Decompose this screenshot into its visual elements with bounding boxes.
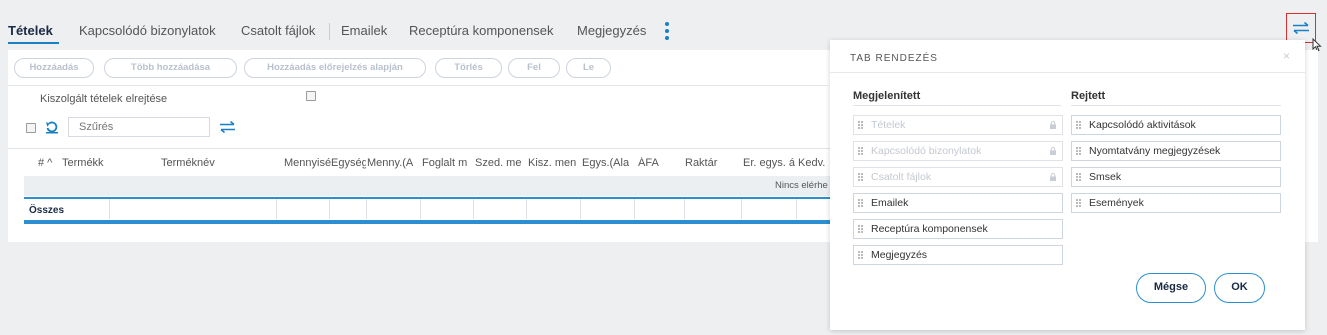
delete-button[interactable]: Törlés <box>435 58 502 78</box>
drag-handle-icon[interactable] <box>1076 173 1081 182</box>
column-header-warehouse[interactable]: Raktár <box>685 157 725 169</box>
column-header-discount[interactable]: Kedv. <box>798 157 830 169</box>
column-divider <box>853 105 1061 106</box>
column-header-quantity-base[interactable]: Menny.(A <box>367 157 420 169</box>
drag-handle-icon[interactable] <box>858 225 863 234</box>
cell-border <box>109 199 110 219</box>
column-header-unit-price[interactable]: Er. egys. á <box>743 157 797 169</box>
move-up-button[interactable]: Fel <box>508 58 560 78</box>
drag-handle-icon[interactable] <box>1076 147 1081 156</box>
hidden-item-label: Kapcsolódó aktivitások <box>1089 119 1196 131</box>
cell-border <box>473 199 474 219</box>
dialog-divider <box>830 72 1305 73</box>
visible-item-label: Megjegyzés <box>871 249 928 261</box>
visible-item-emailek[interactable]: Emailek <box>853 193 1063 213</box>
drag-handle-icon[interactable] <box>1076 121 1081 130</box>
lock-icon <box>1050 173 1056 181</box>
cell-border <box>580 199 581 219</box>
divider <box>8 85 828 86</box>
select-all-checkbox[interactable] <box>26 123 36 133</box>
visible-item-label: Csatolt fájlok <box>871 171 932 183</box>
more-tabs-icon[interactable] <box>665 22 671 40</box>
cell-border <box>276 199 277 219</box>
column-divider <box>1071 105 1281 106</box>
visible-item-label: Kapcsolódó bizonylatok <box>871 145 982 157</box>
column-header-product-name[interactable]: Terméknév <box>161 157 231 169</box>
cancel-button[interactable]: Mégse <box>1136 273 1206 303</box>
drag-handle-icon[interactable] <box>858 199 863 208</box>
refresh-icon[interactable] <box>45 120 59 134</box>
visible-column-header: Megjelenített <box>853 90 921 102</box>
drag-handle-icon[interactable] <box>1076 199 1081 208</box>
tab-emailek[interactable]: Emailek <box>341 23 387 38</box>
hidden-item-label: Smsek <box>1089 171 1122 183</box>
tab-order-dialog: TAB RENDEZÉS × Megjelenített Rejtett Tét… <box>830 40 1305 330</box>
column-header-picked-qty[interactable]: Szed. me <box>475 157 527 169</box>
cell-border <box>796 199 797 219</box>
column-header-product-code[interactable]: Termékk <box>62 157 110 169</box>
cell-border <box>526 199 527 219</box>
visible-item-label: Emailek <box>871 197 909 209</box>
visible-item-label: Tételek <box>871 119 906 131</box>
cell-border <box>741 199 742 219</box>
table-bottom-border <box>24 220 830 224</box>
table-header: # ^ Termékk Terméknév Mennyisé Egység Me… <box>8 148 830 176</box>
add-multiple-button[interactable]: Több hozzáadása <box>104 58 237 78</box>
column-header-reserved-qty[interactable]: Foglalt m <box>422 157 474 169</box>
cell-border <box>366 199 367 219</box>
hide-served-label: Kiszolgált tételek elrejtése <box>40 93 168 105</box>
swap-arrows-icon <box>1293 22 1309 34</box>
summary-row: Összes <box>24 199 830 219</box>
hidden-item-nyomtatvany-megjegyzesek[interactable]: Nyomtatvány megjegyzések <box>1071 141 1281 161</box>
add-from-forecast-button[interactable]: Hozzáadás előrejelzés alapján <box>244 58 426 78</box>
empty-table-row: Nincs elérhe <box>24 176 830 196</box>
cell-border <box>329 199 330 219</box>
visible-item-csatolt-fajlok: Csatolt fájlok <box>853 167 1063 187</box>
ok-button[interactable]: OK <box>1214 273 1265 303</box>
add-button[interactable]: Hozzáadás <box>14 58 94 78</box>
tab-megjegyzes[interactable]: Megjegyzés <box>577 23 646 38</box>
hidden-column-header: Rejtett <box>1071 90 1106 102</box>
empty-table-text: Nincs elérhe <box>775 180 828 191</box>
tab-receptura-komponensek[interactable]: Receptúra komponensek <box>409 23 554 38</box>
drag-handle-icon[interactable] <box>858 251 863 260</box>
visible-item-label: Receptúra komponensek <box>871 223 988 235</box>
close-icon[interactable]: × <box>1283 49 1290 63</box>
active-tab-indicator <box>8 42 59 44</box>
column-header-unit[interactable]: Egység <box>331 157 366 169</box>
hidden-item-label: Események <box>1089 197 1144 209</box>
hidden-item-kapcsolodo-aktivitasok[interactable]: Kapcsolódó aktivitások <box>1071 115 1281 135</box>
tab-kapcsolodo-bizonylatok[interactable]: Kapcsolódó bizonylatok <box>79 23 216 38</box>
visible-item-kapcsolodo-bizonylatok: Kapcsolódó bizonylatok <box>853 141 1063 161</box>
summary-label: Összes <box>29 205 65 216</box>
cell-border <box>684 199 685 219</box>
lock-icon <box>1050 147 1056 155</box>
dialog-title: TAB RENDEZÉS <box>850 53 938 64</box>
hidden-item-label: Nyomtatvány megjegyzések <box>1089 145 1221 157</box>
hide-served-checkbox[interactable] <box>306 91 316 101</box>
column-header-unit-price-base[interactable]: Egys.(Ala <box>582 157 634 169</box>
cell-border <box>420 199 421 219</box>
drag-handle-icon <box>858 147 863 156</box>
visible-item-receptura-komponensek[interactable]: Receptúra komponensek <box>853 219 1063 239</box>
hidden-item-esemenyek[interactable]: Események <box>1071 193 1281 213</box>
cell-border <box>634 199 635 219</box>
column-header-vat[interactable]: ÁFA <box>638 157 668 169</box>
column-header-delivered-qty[interactable]: Kisz. men <box>528 157 581 169</box>
filter-input[interactable] <box>68 117 210 137</box>
lock-icon <box>1050 121 1056 129</box>
tab-csatolt-fajlok[interactable]: Csatolt fájlok <box>241 23 315 38</box>
move-down-button[interactable]: Le <box>566 58 611 78</box>
tab-tetelek[interactable]: Tételek <box>8 23 53 38</box>
column-header-number[interactable]: # ^ <box>38 157 60 169</box>
visible-item-megjegyzes[interactable]: Megjegyzés <box>853 245 1063 265</box>
drag-handle-icon <box>858 173 863 182</box>
column-order-icon[interactable] <box>219 121 236 133</box>
column-header-quantity[interactable]: Mennyisé <box>284 157 331 169</box>
tab-separator <box>329 23 330 40</box>
visible-item-tetelek: Tételek <box>853 115 1063 135</box>
hidden-item-smsek[interactable]: Smsek <box>1071 167 1281 187</box>
drag-handle-icon <box>858 121 863 130</box>
